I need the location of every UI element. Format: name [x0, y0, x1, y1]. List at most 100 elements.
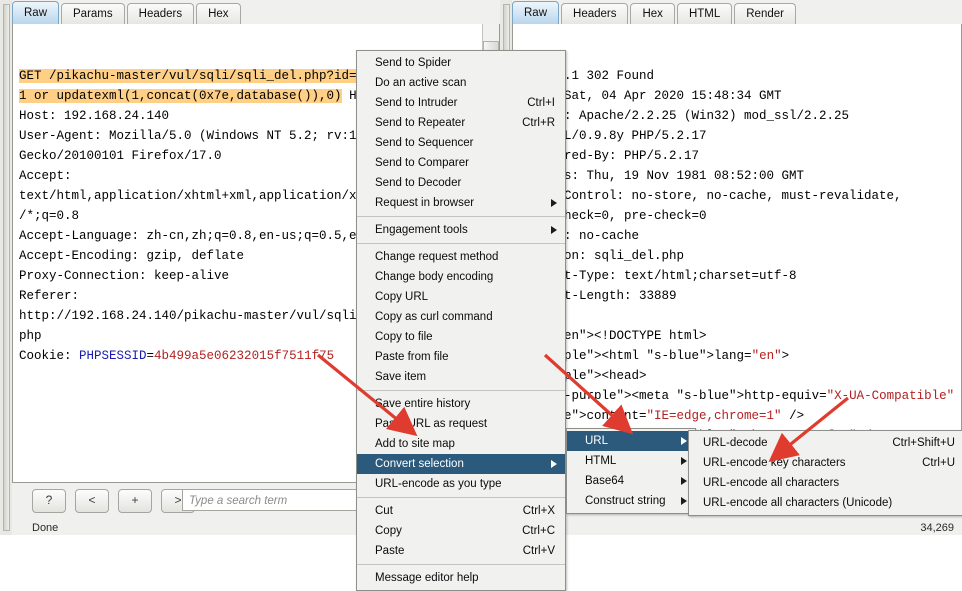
menu-item-convert-selection[interactable]: Convert selection: [357, 454, 565, 474]
menu-item-label: HTML: [585, 455, 617, 467]
menu-item-label: Send to Repeater: [375, 117, 466, 129]
menu-item-paste-from-file[interactable]: Paste from file: [357, 347, 565, 367]
match-prev-button[interactable]: <: [75, 489, 109, 513]
response-editor[interactable]: HTTP/1.1 302 Found Date: Sat, 04 Apr 202…: [512, 24, 962, 480]
menu-item-label: Send to Sequencer: [375, 137, 474, 149]
menu-item-copy-url[interactable]: Copy URL: [357, 287, 565, 307]
response-tab-render[interactable]: Render: [734, 3, 796, 24]
menu-item-label: Copy: [375, 525, 402, 537]
add-button[interactable]: +: [118, 489, 152, 513]
burp-message-editor-window: Raw Params Headers Hex GET /pikachu-master/…: [0, 0, 962, 591]
menu-item-label: Construct string: [585, 495, 666, 507]
request-tab-raw[interactable]: Raw: [12, 1, 60, 24]
menu-item-url-encode-as-you-type[interactable]: URL-encode as you type: [357, 474, 565, 494]
menu-item-label: Copy URL: [375, 291, 429, 303]
menu-item-shortcut: Ctrl+Shift+U: [892, 437, 955, 449]
convert-item-construct-string[interactable]: Construct string: [567, 491, 695, 511]
menu-item-copy[interactable]: Copy Ctrl+C: [357, 521, 565, 541]
menu-item-label: Cut: [375, 505, 393, 517]
menu-item-cut[interactable]: Cut Ctrl+X: [357, 501, 565, 521]
menu-item-paste[interactable]: Paste Ctrl+V: [357, 541, 565, 561]
menu-item-label: Copy as curl command: [375, 311, 493, 323]
menu-item-label: URL: [585, 435, 609, 447]
url-item-url-encode-all-characters-unicode[interactable]: URL-encode all characters (Unicode): [689, 493, 962, 513]
menu-separator: [357, 390, 565, 391]
selected-request-text: GET /pikachu-master/vul/sqli/sqli_del.ph…: [19, 69, 357, 83]
menu-item-add-to-site-map[interactable]: Add to site map: [357, 434, 565, 454]
menu-item-change-body-encoding[interactable]: Change body encoding: [357, 267, 565, 287]
url-convert-submenu[interactable]: URL-decode Ctrl+Shift+U URL-encode key cha…: [688, 430, 962, 516]
menu-item-shortcut: Ctrl+I: [527, 97, 555, 109]
help-button[interactable]: ?: [32, 489, 66, 513]
menu-item-label: Convert selection: [375, 458, 464, 470]
response-tab-hex[interactable]: Hex: [630, 3, 675, 24]
menu-item-label: Paste from file: [375, 351, 449, 363]
request-tab-hex[interactable]: Hex: [196, 3, 241, 24]
menu-item-label: URL-decode: [703, 437, 768, 449]
convert-item-url[interactable]: URL: [567, 431, 695, 451]
menu-item-label: URL-encode as you type: [375, 478, 502, 490]
menu-item-send-to-sequencer[interactable]: Send to Sequencer: [357, 133, 565, 153]
menu-item-send-to-decoder[interactable]: Send to Decoder: [357, 173, 565, 193]
context-menu[interactable]: Send to Spider Do an active scan Send to I…: [356, 50, 566, 591]
menu-item-label: Do an active scan: [375, 77, 467, 89]
menu-item-send-to-repeater[interactable]: Send to Repeater Ctrl+R: [357, 113, 565, 133]
convert-item-html[interactable]: HTML: [567, 451, 695, 471]
menu-item-copy-as-curl-command[interactable]: Copy as curl command: [357, 307, 565, 327]
menu-item-label: Send to Comparer: [375, 157, 469, 169]
menu-item-label: Send to Spider: [375, 57, 452, 69]
menu-item-label: URL-encode all characters (Unicode): [703, 497, 893, 509]
request-tabstrip: Raw Params Headers Hex: [12, 0, 500, 25]
request-button-row: ? < + >: [32, 489, 195, 513]
convert-selection-submenu[interactable]: URL HTML Base64 Construct string: [566, 428, 696, 514]
url-item-url-decode[interactable]: URL-decode Ctrl+Shift+U: [689, 433, 962, 453]
menu-item-send-to-comparer[interactable]: Send to Comparer: [357, 153, 565, 173]
request-tab-headers[interactable]: Headers: [126, 3, 195, 24]
menu-item-send-to-spider[interactable]: Send to Spider: [357, 53, 565, 73]
menu-separator: [357, 497, 565, 498]
menu-item-label: Send to Intruder: [375, 97, 458, 109]
menu-item-request-in-browser[interactable]: Request in browser: [357, 193, 565, 213]
menu-item-label: Engagement tools: [375, 224, 468, 236]
request-tab-params[interactable]: Params: [61, 3, 125, 24]
selected-request-payload: 1 or updatexml(1,concat(0x7e,database())…: [19, 89, 342, 103]
menu-item-label: URL-encode key characters: [703, 457, 846, 469]
menu-item-message-editor-help[interactable]: Message editor help: [357, 568, 565, 588]
menu-item-label: Request in browser: [375, 197, 475, 209]
menu-item-change-request-method[interactable]: Change request method: [357, 247, 565, 267]
menu-item-label: Message editor help: [375, 572, 479, 584]
convert-item-base64[interactable]: Base64: [567, 471, 695, 491]
menu-item-do-an-active-scan[interactable]: Do an active scan: [357, 73, 565, 93]
menu-item-label: URL-encode all characters: [703, 477, 840, 489]
menu-separator: [357, 243, 565, 244]
menu-item-send-to-intruder[interactable]: Send to Intruder Ctrl+I: [357, 93, 565, 113]
url-item-url-encode-all-characters[interactable]: URL-encode all characters: [689, 473, 962, 493]
menu-item-label: Save entire history: [375, 398, 471, 410]
menu-item-label: Change request method: [375, 251, 499, 263]
menu-item-paste-url-as-request[interactable]: Paste URL as request: [357, 414, 565, 434]
menu-separator: [357, 216, 565, 217]
status-text: Done: [32, 522, 59, 534]
menu-item-label: Paste: [375, 545, 405, 557]
menu-separator: [357, 564, 565, 565]
menu-item-save-item[interactable]: Save item: [357, 367, 565, 387]
menu-item-copy-to-file[interactable]: Copy to file: [357, 327, 565, 347]
menu-item-shortcut: Ctrl+V: [522, 545, 555, 557]
menu-item-shortcut: Ctrl+C: [522, 525, 555, 537]
menu-item-label: Copy to file: [375, 331, 433, 343]
byte-count: 34,269: [920, 522, 954, 534]
menu-item-label: Base64: [585, 475, 625, 487]
response-tabstrip: Raw Headers Hex HTML Render: [512, 0, 962, 25]
menu-item-label: Change body encoding: [375, 271, 494, 283]
menu-item-label: Paste URL as request: [375, 418, 488, 430]
menu-item-save-entire-history[interactable]: Save entire history: [357, 394, 565, 414]
menu-item-engagement-tools[interactable]: Engagement tools: [357, 220, 565, 240]
url-item-url-encode-key-characters[interactable]: URL-encode key characters Ctrl+U: [689, 453, 962, 473]
response-tab-html[interactable]: HTML: [676, 3, 733, 24]
menu-item-shortcut: Ctrl+R: [522, 117, 555, 129]
response-tab-headers[interactable]: Headers: [561, 3, 629, 24]
menu-item-shortcut: Ctrl+X: [522, 505, 555, 517]
menu-item-label: Send to Decoder: [375, 177, 462, 189]
menu-item-label: Save item: [375, 371, 427, 383]
response-tab-raw[interactable]: Raw: [512, 1, 560, 24]
